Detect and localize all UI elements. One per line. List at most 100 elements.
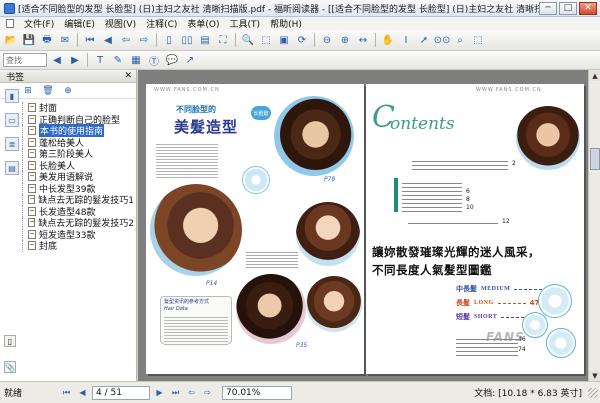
flower-decorations — [522, 284, 578, 366]
snapshot-icon[interactable]: ▣ — [276, 32, 292, 48]
left-page-site: WWW.FANS.COM.CN — [154, 87, 220, 93]
print-icon[interactable]: 🖶 — [39, 32, 55, 48]
email-icon[interactable]: ✉ — [57, 32, 73, 48]
menu-tools[interactable]: 工具(T) — [230, 17, 261, 30]
pointer-icon[interactable]: ➚ — [416, 32, 432, 48]
comment-icon[interactable]: 💬 — [164, 52, 180, 68]
search-prev-icon[interactable]: ◀ — [49, 52, 65, 68]
next-page-button-icon[interactable]: ▶ — [153, 386, 166, 399]
document-view[interactable]: WWW.FANS.COM.CN 不同脸型的 美髮造型 长脸篇 P78 P14 P… — [138, 70, 600, 381]
minimize-button[interactable]: ─ — [539, 1, 557, 15]
rotate-icon[interactable]: ⟳ — [294, 32, 310, 48]
attachments-tab-icon[interactable]: ▤ — [5, 161, 19, 175]
bookmark-item[interactable]: 封底 — [22, 240, 134, 252]
bookmark-page-icon — [28, 241, 36, 251]
bookmark-page-icon — [28, 103, 36, 113]
left-page-caption — [246, 250, 298, 270]
menu-file[interactable]: 文件(F) — [24, 17, 54, 30]
expand-bookmark-icon[interactable]: ⊞ — [22, 85, 34, 97]
photo-mid-left — [150, 184, 242, 276]
bookmark-page-icon — [28, 206, 36, 216]
marquee-zoom-icon[interactable]: ⬚ — [470, 32, 486, 48]
layers-tab-icon[interactable]: ≣ — [5, 137, 19, 151]
scroll-down-icon[interactable]: ▼ — [589, 370, 600, 381]
right-page-site: WWW.FANS.COM.CN — [476, 87, 542, 93]
pages-tab-icon[interactable]: ▭ — [5, 113, 19, 127]
panel-close-icon[interactable]: ✕ — [124, 71, 132, 81]
facing-pages-icon[interactable]: ▯▯ — [179, 32, 195, 48]
back-icon[interactable]: ⇦ — [118, 32, 134, 48]
length-cn: 中長髮 — [456, 285, 477, 293]
menu-comment[interactable]: 注释(C) — [146, 17, 177, 30]
page-ref-b: P14 — [206, 280, 218, 287]
status-bar: 就绪 ⏮ ◀ 4 / 51 ▶ ⏭ ⇦ ⇨ 70.01% 文档: [10.18 … — [0, 381, 600, 403]
search-next-icon[interactable]: ▶ — [67, 52, 83, 68]
forward-icon[interactable]: ⇨ — [136, 32, 152, 48]
left-page-intro-text — [156, 142, 218, 180]
zoom-in-icon[interactable]: ⊕ — [337, 32, 353, 48]
bookmark-label: 封底 — [39, 242, 58, 253]
vertical-scrollbar[interactable]: ▲ ▼ — [588, 70, 600, 381]
toc-block-2 — [402, 180, 462, 212]
attachment-clip-icon[interactable]: 📎 — [4, 361, 16, 373]
textbox-icon[interactable]: Ⓣ — [146, 52, 162, 68]
fit-page-icon[interactable]: ⛶ — [215, 32, 231, 48]
search-input[interactable] — [3, 53, 47, 67]
zoom-icon[interactable]: 🔍 — [240, 32, 256, 48]
history-forward-icon[interactable]: ⇨ — [201, 386, 214, 399]
restore-button[interactable]: □ — [559, 1, 577, 15]
menu-help[interactable]: 帮助(H) — [270, 17, 302, 30]
open-icon[interactable]: 📂 — [3, 32, 19, 48]
continuous-icon[interactable]: ▤ — [197, 32, 213, 48]
toc-num-4: 10 — [466, 204, 474, 211]
prev-page-icon[interactable]: ◀ — [100, 32, 116, 48]
menu-edit[interactable]: 编辑(E) — [64, 17, 95, 30]
text-select-icon[interactable]: I — [398, 32, 414, 48]
bookmarks-panel: 书签 ✕ ⊞ 🗑 ⊕ ▮ ▭ ≣ ▤ 封面 正确判断自己的脸型 本书的使用指南 蓬松给… — [0, 70, 137, 381]
binoculars-icon[interactable]: ⊙⊙ — [434, 32, 451, 48]
page-ref-c: P35 — [296, 342, 308, 349]
bookmark-page-icon — [28, 114, 36, 124]
first-page-icon[interactable]: ⏮ — [82, 32, 98, 48]
bookmarks-tab-icon[interactable]: ▮ — [5, 89, 19, 103]
first-page-button-icon[interactable]: ⏮ — [60, 386, 73, 399]
arrow-annot-icon[interactable]: ↗ — [182, 52, 198, 68]
add-bookmark-icon[interactable]: ⊕ — [62, 85, 74, 97]
note-icon[interactable]: ✎ — [110, 52, 126, 68]
fit-width-icon[interactable]: ↔ — [355, 32, 371, 48]
page-right: WWW.FANS.COM.CN C ontents 2 6 8 10 12 讓妳… — [366, 84, 584, 374]
page-number-field[interactable]: 4 / 51 — [92, 385, 150, 400]
select-icon[interactable]: ⬚ — [258, 32, 274, 48]
single-page-icon[interactable]: ▯ — [161, 32, 177, 48]
menu-view[interactable]: 视图(V) — [105, 17, 136, 30]
prev-page-button-icon[interactable]: ◀ — [76, 386, 89, 399]
headline-line-2: 不同長度人氣髮型圖鑑 — [372, 263, 492, 277]
menu-bar: 文件(F) 编辑(E) 视图(V) 注释(C) 表单(O) 工具(T) 帮助(H… — [0, 17, 600, 30]
typewriter-icon[interactable]: T — [92, 52, 108, 68]
last-page-button-icon[interactable]: ⏭ — [169, 386, 182, 399]
resize-grip[interactable] — [588, 387, 598, 398]
loupe-icon[interactable]: ⌕ — [452, 32, 468, 48]
highlight-icon[interactable]: ▦ — [128, 52, 144, 68]
zoom-field[interactable]: 70.01% — [222, 385, 292, 400]
delete-bookmark-icon[interactable]: 🗑 — [42, 85, 54, 97]
close-button[interactable]: ✕ — [579, 1, 597, 15]
length-en: LONG — [474, 300, 494, 306]
bookmark-page-icon — [28, 149, 36, 159]
length-cn: 短髮 — [456, 313, 470, 321]
photo-bottom-right — [306, 276, 362, 332]
history-back-icon[interactable]: ⇦ — [185, 386, 198, 399]
photo-mid-right — [296, 202, 360, 266]
hand-tool-icon[interactable]: ✋ — [380, 32, 396, 48]
bookmark-list: 封面 正确判断自己的脸型 本书的使用指南 蓬松给美人 第三阶段美人 长脸美人 美发用语解说中… — [22, 102, 134, 252]
toc-num-2: 6 — [466, 188, 470, 195]
page-thumbnail-icon[interactable]: ▯ — [4, 335, 16, 347]
menu-form[interactable]: 表单(O) — [187, 17, 219, 30]
save-icon[interactable]: 💾 — [21, 32, 37, 48]
scroll-thumb[interactable] — [590, 148, 600, 170]
photo-top-right — [274, 96, 354, 176]
length-cn: 長髮 — [456, 299, 470, 307]
zoom-out-icon[interactable]: ⊖ — [319, 32, 335, 48]
flower-decoration — [242, 166, 270, 194]
scroll-up-icon[interactable]: ▲ — [589, 70, 600, 81]
